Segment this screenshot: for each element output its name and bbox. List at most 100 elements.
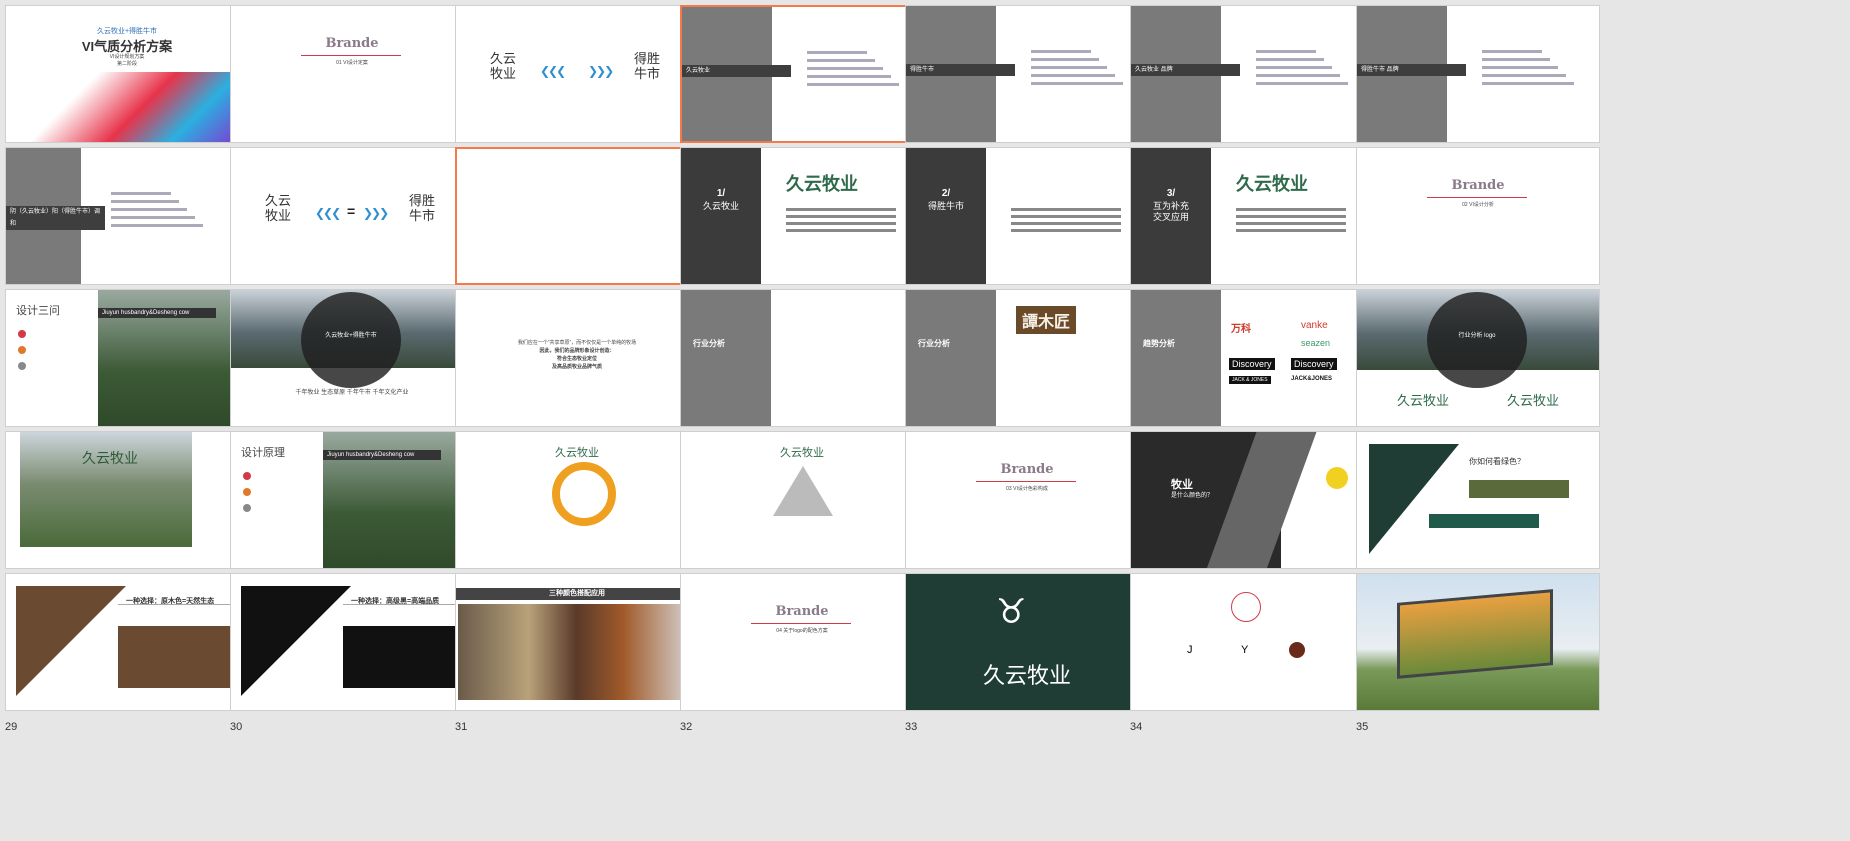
slide-thumbnail[interactable]: 久云 牧业得胜 牛市❮❮❮❯❯❯=9 (230, 147, 474, 307)
slide-preview[interactable]: 久云 牧业 得胜 牛市 ❮❮❮ ❯❯❯ = (230, 147, 474, 285)
slide-thumbnail[interactable]: 设计三问Jiuyun husbandry&Desheng cow15 (5, 289, 249, 449)
slide-thumbnail[interactable]: 一种选择：原木色=天然生态 29 (5, 573, 249, 733)
circle-overlay (301, 292, 401, 388)
slide-text: VI设计规划方案 (109, 54, 145, 60)
slide-thumbnail[interactable]: 2/得胜牛市12 (905, 147, 1149, 307)
slide-thumbnail[interactable]: 久云牧业 品牌6 (1130, 5, 1374, 165)
text-line (1031, 50, 1091, 53)
slide-preview[interactable]: ♉ 久云牧业 (905, 573, 1149, 711)
slide-preview[interactable]: Brande 04 关于logo的配色方案 (680, 573, 924, 711)
slide-preview[interactable]: 一种选择：原木色=天然生态 (5, 573, 249, 711)
divider (343, 604, 463, 605)
arrow-left-icon: ❮❮❮ (540, 64, 566, 78)
bullet-icon (243, 472, 251, 480)
slide-preview[interactable] (455, 147, 699, 285)
slide-preview[interactable]: 久云牧业 (680, 5, 924, 143)
divider (301, 55, 401, 56)
slide-preview[interactable]: Brande 03 VI设计色彩构成 (905, 431, 1149, 569)
tagline: 千年牧业 生态草原 千年牛市 千年文化产业 (295, 390, 409, 396)
text-line (807, 59, 875, 62)
slide-thumbnail[interactable]: 设计原理Jiuyun husbandry&Desheng cow23 (230, 431, 474, 591)
slide-thumbnail[interactable]: 久云牧业+得胜牛市VI气质分析方案VI设计规划方案第二阶段1 (5, 5, 249, 165)
slide-preview[interactable]: 久云牧业+得胜牛市 千年牧业 生态草原 千年牛市 千年文化产业 (230, 289, 474, 427)
slide-thumbnail[interactable]: Brande01 VI设计定案2 (230, 5, 474, 165)
slide-text: 因此，我们的品牌形象设计创造： (539, 348, 615, 354)
slide-thumbnail[interactable]: 3/互为补充 交叉应用久云牧业13 (1130, 147, 1374, 307)
brand-logo: 久云牧业 (1397, 393, 1450, 408)
text-line (807, 51, 867, 54)
slide-thumbnail[interactable]: 久云 牧业得胜 牛市❮❮❮❯❯❯3 (455, 5, 699, 165)
slide-preview[interactable]: 久云牧业 (5, 431, 249, 569)
slide-preview[interactable]: JY (1130, 573, 1374, 711)
equals-icon: = (347, 203, 356, 219)
slide-thumbnail[interactable]: 得胜牛市 品牌7 (1356, 5, 1600, 165)
slide-thumbnail[interactable]: 久云牧业22 (5, 431, 249, 591)
slide-preview[interactable]: 得胜牛市 (905, 5, 1149, 143)
arrow-right-icon: ❯❯❯ (588, 64, 614, 78)
slide-thumbnail[interactable]: 得胜牛市5 (905, 5, 1149, 165)
slide-thumbnail[interactable]: 久云牧业25 (680, 431, 924, 591)
slide-preview[interactable]: 行业分析 譚木匠 (905, 289, 1149, 427)
slide-thumbnail[interactable]: J Y 34 (1130, 573, 1374, 733)
slide-thumbnail[interactable]: 阴（久云牧业）阳（得胜牛市）调和8 (5, 147, 249, 307)
slide-thumbnail[interactable]: Brande 04 关于logo的配色方案 32 (680, 573, 924, 733)
slide-thumbnail[interactable]: 行业分析譚木匠19 (905, 289, 1149, 449)
slide-thumbnail[interactable]: 行业分析 logo久云牧业久云牧业21 (1356, 289, 1600, 449)
slide-thumbnail[interactable]: 久云牧业24 (455, 431, 699, 591)
slide-preview[interactable]: 趋势分析 万科 vanke seazen Discovery Discovery JACK … (1130, 289, 1374, 427)
slide-preview[interactable]: 2/得胜牛市 (905, 147, 1149, 285)
slide-preview[interactable]: 3/互为补充 交叉应用 久云牧业 (1130, 147, 1374, 285)
slide-title: VI气质分析方案 (81, 39, 173, 54)
banner: Jiuyun husbandry&Desheng cow (323, 450, 441, 460)
left-label: 久云 牧业 (490, 51, 517, 81)
slide-preview[interactable] (1356, 573, 1600, 711)
slide-preview[interactable]: 我们应在一个“共享草原”，而不仅仅是一个单纯的牧场 因此，我们的品牌形象设计创造：… (455, 289, 699, 427)
slide-preview[interactable]: 行业分析 (680, 289, 924, 427)
slide-preview[interactable]: 设计三问 Jiuyun husbandry&Desheng cow (5, 289, 249, 427)
slide-thumbnail[interactable]: 行业分析18 (680, 289, 924, 449)
slide-thumbnail[interactable]: 你如何看绿色？28 (1356, 431, 1600, 591)
slide-thumbnail[interactable]: 久云牧业4 (680, 5, 924, 165)
slide-thumbnail[interactable]: Brande02 VI设计分析14 (1356, 147, 1600, 307)
section-bar: 久云牧业 品牌 (1131, 64, 1240, 76)
slide-preview[interactable]: Brande 02 VI设计分析 (1356, 147, 1600, 285)
slide-thumbnail[interactable]: ♉ 久云牧业 33 (905, 573, 1149, 733)
text-line (807, 75, 891, 78)
slide-preview[interactable]: 三种颜色搭配应用 (455, 573, 699, 711)
slide-preview[interactable]: 你如何看绿色？ (1356, 431, 1600, 569)
slide-title: 设计原理 (241, 447, 285, 459)
slide-preview[interactable]: 设计原理 Jiuyun husbandry&Desheng cow (230, 431, 474, 569)
slide-preview[interactable]: 阴（久云牧业）阳（得胜牛市）调和 (5, 147, 249, 285)
slide-preview[interactable]: 久云牧业 (455, 431, 699, 569)
brand-title: Brande (775, 604, 829, 619)
slide-thumbnail[interactable]: 我们应在一个“共享草原”，而不仅仅是一个单纯的牧场 因此，我们的品牌形象设计创造：… (455, 289, 699, 449)
text-line (1256, 58, 1324, 61)
slide-preview[interactable]: 久云 牧业 得胜 牛市 ❮❮❮ ❯❯❯ (455, 5, 699, 143)
slide-preview[interactable]: Brande 01 VI设计定案 (230, 5, 474, 143)
banner: Jiuyun husbandry&Desheng cow (98, 308, 216, 318)
text-line (1031, 66, 1107, 69)
slide-thumbnail[interactable]: 趋势分析 万科 vanke seazen Discovery Discovery JACK … (1130, 289, 1374, 449)
slide-preview[interactable]: 1/久云牧业 久云牧业 (680, 147, 924, 285)
slide-preview[interactable]: 久云牧业 (680, 431, 924, 569)
section-bar: 得胜牛市 (906, 64, 1015, 76)
slide-thumbnail[interactable]: 久云牧业+得胜牛市千年牧业 生态草原 千年牛市 千年文化产业16 (230, 289, 474, 449)
slide-subtitle: 是什么颜色的？ (1171, 493, 1214, 499)
text-line (807, 83, 899, 86)
slide-thumbnail[interactable]: 35 (1356, 573, 1600, 733)
slide-preview[interactable]: 一种选择：高级黑=高端品质 (230, 573, 474, 711)
slide-thumbnail[interactable]: 三种颜色搭配应用 31 (455, 573, 699, 733)
slide-preview[interactable]: 久云牧业 品牌 (1130, 5, 1374, 143)
slide-thumbnail[interactable]: Brande03 VI设计色彩构成26 (905, 431, 1149, 591)
side-panel (681, 290, 771, 426)
slide-thumbnail[interactable]: 牧业是什么颜色的？27 (1130, 431, 1374, 591)
slide-preview[interactable]: 久云牧业+得胜牛市 VI气质分析方案 VI设计规划方案 第二阶段 (5, 5, 249, 143)
color-block (343, 626, 455, 688)
slide-preview[interactable]: 行业分析 logo 久云牧业 久云牧业 (1356, 289, 1600, 427)
slide-thumbnail[interactable]: 一种选择：高级黑=高端品质 30 (230, 573, 474, 733)
slide-preview[interactable]: 牧业 是什么颜色的？ (1130, 431, 1374, 569)
slide-preview[interactable]: 得胜牛市 品牌 (1356, 5, 1600, 143)
slide-thumbnail[interactable]: 10 (455, 147, 699, 307)
slide-thumbnail[interactable]: 1/久云牧业久云牧业11 (680, 147, 924, 307)
text-line (111, 200, 179, 203)
